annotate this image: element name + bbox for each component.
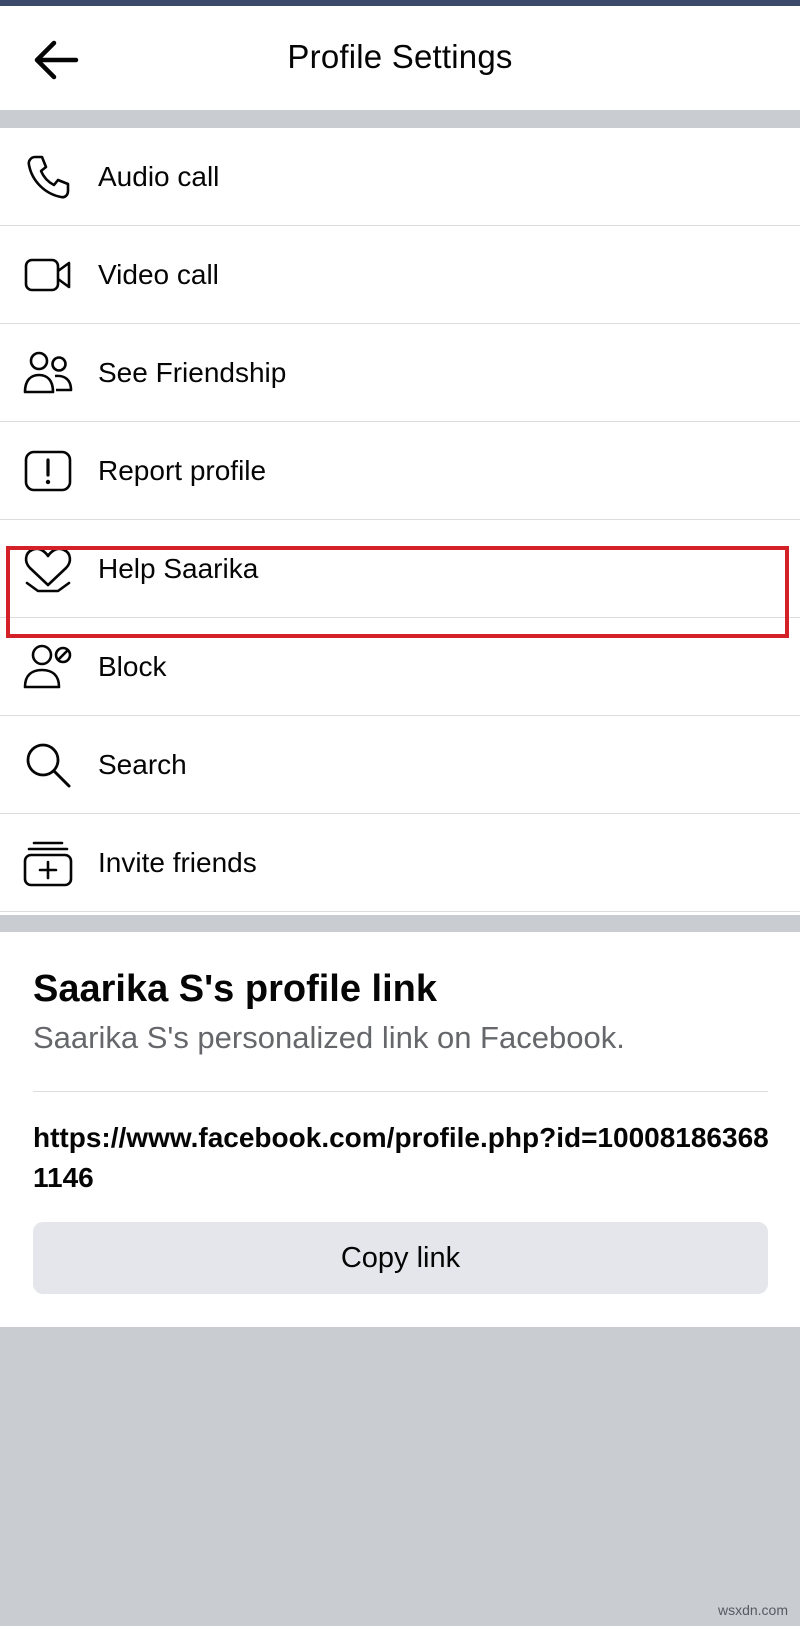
menu-item-block[interactable]: Block [0,618,800,716]
report-icon [22,445,74,497]
menu-item-search[interactable]: Search [0,716,800,814]
menu-item-label: Invite friends [98,846,257,878]
menu-item-label: Video call [98,258,219,290]
menu-item-label: Block [98,650,167,682]
menu-item-audio-call[interactable]: Audio call [0,128,800,226]
menu-item-help[interactable]: Help Saarika [0,520,800,618]
friends-icon [22,347,74,399]
watermark: wsxdn.com [717,1602,788,1618]
menu-item-invite-friends[interactable]: Invite friends [0,814,800,912]
header: Profile Settings [0,6,800,110]
menu-item-label: Audio call [98,160,220,192]
profile-link-subtitle: Saarika S's personalized link on Faceboo… [33,1020,625,1055]
menu-item-label: Search [98,748,187,780]
menu-item-label: Help Saarika [98,552,259,584]
menu-item-report-profile[interactable]: Report profile [0,422,800,520]
profile-options-menu: Audio call Video call See Friendship Rep… [0,128,800,915]
menu-item-label: Report profile [98,454,267,486]
profile-link-title: Saarika S's profile link [33,968,437,1010]
page-title: Profile Settings [287,38,513,75]
block-user-icon [22,641,74,693]
profile-link-card: Saarika S's profile link Saarika S's per… [0,932,800,1327]
menu-item-see-friendship[interactable]: See Friendship [0,324,800,422]
invite-icon [22,837,74,889]
profile-link-url: https://www.facebook.com/profile.php?id=… [33,1122,769,1193]
divider [33,1091,768,1092]
heart-icon [22,543,74,595]
menu-item-label: See Friendship [98,356,287,388]
search-icon [22,739,74,791]
video-camera-icon [22,249,74,301]
copy-link-button[interactable]: Copy link [33,1222,768,1294]
phone-icon [22,151,74,203]
menu-item-video-call[interactable]: Video call [0,226,800,324]
